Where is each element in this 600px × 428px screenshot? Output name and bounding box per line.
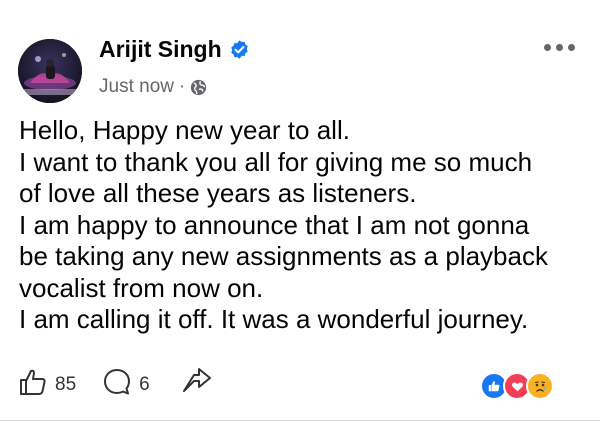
post-line: I want to thank you all for giving me so… xyxy=(19,146,533,177)
globe-icon[interactable] xyxy=(190,79,207,96)
post-body: Hello, Happy new year to all. I want to … xyxy=(19,115,589,336)
comment-count: 6 xyxy=(139,373,150,395)
share-button[interactable] xyxy=(180,367,214,402)
share-icon xyxy=(180,367,214,402)
sad-reaction-icon xyxy=(526,372,554,400)
divider xyxy=(0,420,600,421)
comment-icon xyxy=(102,367,132,402)
reaction-summary[interactable] xyxy=(480,372,554,400)
thumbs-up-icon xyxy=(18,367,48,402)
avatar[interactable] xyxy=(18,39,82,103)
post-timestamp[interactable]: Just now xyxy=(99,76,174,98)
post-meta: Just now · xyxy=(99,76,207,98)
more-options-icon[interactable] xyxy=(544,38,575,57)
post-line: Hello, Happy new year to all. xyxy=(19,115,350,145)
more-dot xyxy=(556,44,563,51)
like-button[interactable]: 85 xyxy=(18,367,76,402)
post-line: of love all these years as listeners. xyxy=(19,178,417,208)
post-line: vocalist from now on. xyxy=(19,272,264,303)
more-dot xyxy=(544,44,551,51)
more-dot xyxy=(568,44,575,51)
post-line: I am calling it off. It was a wonderful … xyxy=(19,304,529,334)
author-row: Arijit Singh xyxy=(99,36,250,63)
author-name[interactable]: Arijit Singh xyxy=(99,36,222,63)
post-line: I am happy to announce that I am not gon… xyxy=(19,209,530,240)
verified-badge-icon xyxy=(229,39,250,60)
like-count: 85 xyxy=(55,373,77,395)
comment-button[interactable]: 6 xyxy=(102,367,150,402)
post-actions: 85 6 xyxy=(18,367,214,402)
post-line: be taking any new assignments as a playb… xyxy=(19,241,548,271)
meta-separator: · xyxy=(178,76,186,97)
